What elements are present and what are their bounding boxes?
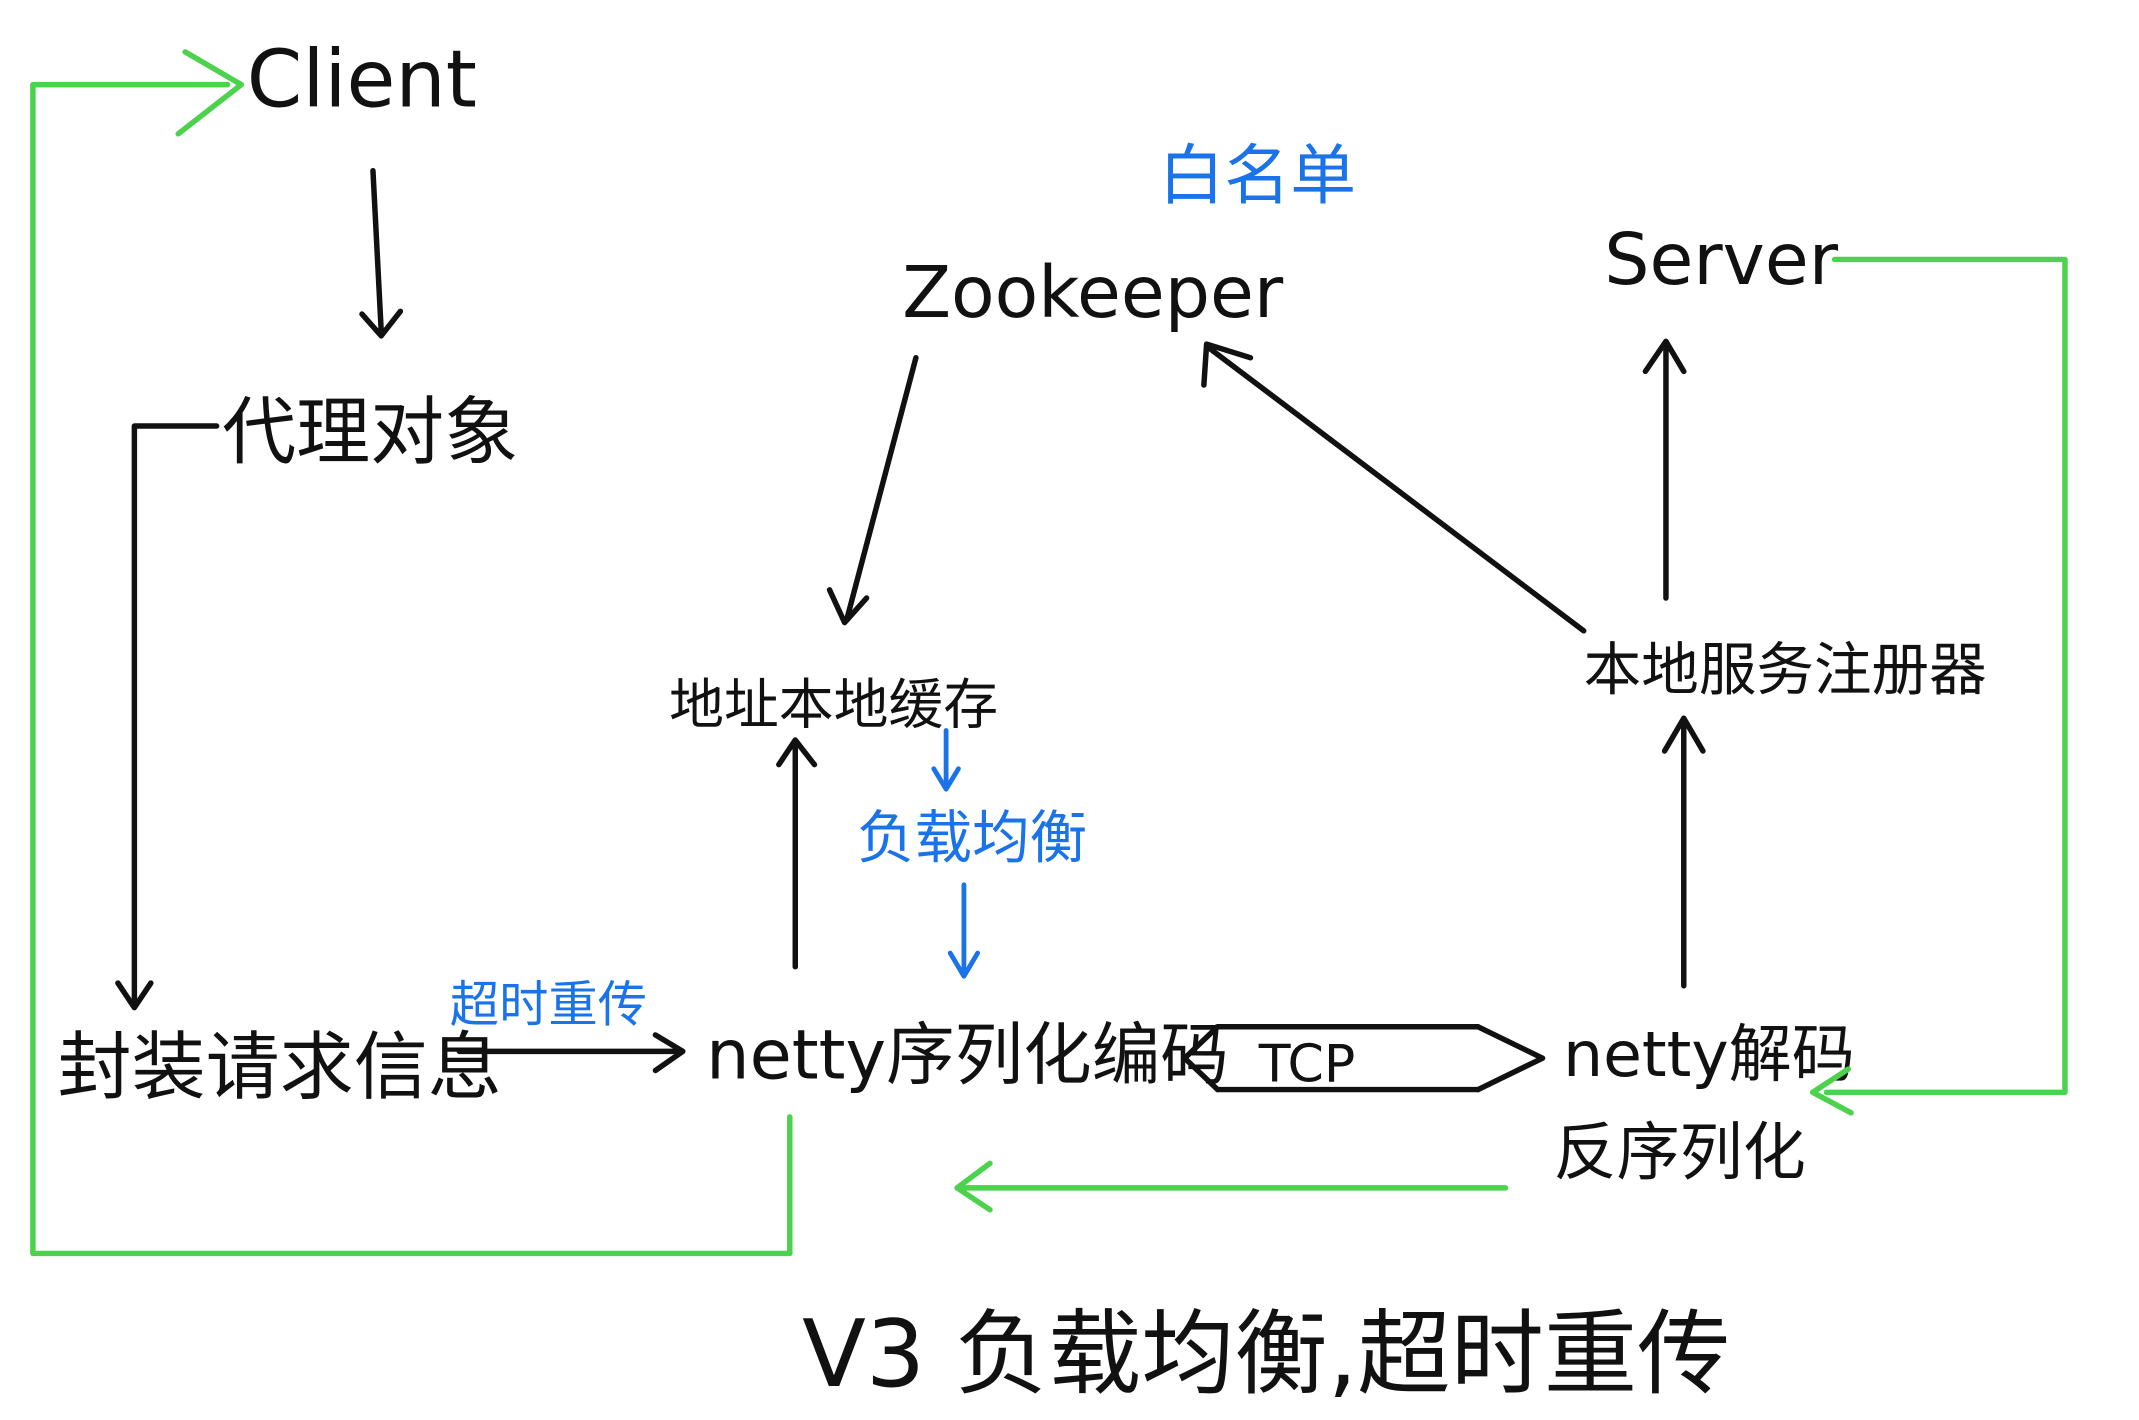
arrow-client-to-proxy [359, 167, 404, 339]
whitelist-annotation: 白名单 [1159, 138, 1356, 214]
architecture-diagram: Client 代理对象 封装请求信息 netty序列化编码 地址本地缓存 Zoo… [30, 33, 2068, 1408]
server-node: Server [1604, 218, 1839, 301]
green-decode-to-client-side [954, 1160, 1509, 1213]
load-balance-annotation: 负载均衡 [857, 805, 1087, 872]
diagram-title: V3 负载均衡,超时重传 [802, 1300, 1730, 1408]
arrow-registry-to-zookeeper [1201, 341, 1587, 634]
arrow-decode-to-registry [1661, 715, 1706, 989]
netty-encode-node: netty序列化编码 [706, 1017, 1229, 1096]
tcp-label: TCP [1258, 1034, 1356, 1094]
proxy-node: 代理对象 [222, 390, 518, 476]
arrow-cache-to-loadbalance [931, 728, 961, 792]
address-cache-node: 地址本地缓存 [669, 673, 998, 737]
tcp-channel [1181, 1024, 1546, 1093]
netty-decode-node: netty解码 [1563, 1018, 1855, 1091]
arrow-loadbalance-to-encode [947, 882, 981, 979]
arrow-zookeeper-to-cache [826, 355, 919, 626]
deserialize-node: 反序列化 [1554, 1116, 1806, 1189]
client-node: Client [247, 33, 477, 126]
package-request-node: 封装请求信息 [58, 1024, 502, 1110]
local-registry-node: 本地服务注册器 [1584, 637, 1987, 704]
timeout-retry-annotation: 超时重传 [450, 975, 647, 1033]
arrow-encode-to-cache [776, 737, 818, 970]
arrow-proxy-to-package [115, 423, 220, 1011]
zookeeper-node: Zookeeper [902, 251, 1284, 334]
arrow-registry-to-server [1642, 338, 1687, 601]
